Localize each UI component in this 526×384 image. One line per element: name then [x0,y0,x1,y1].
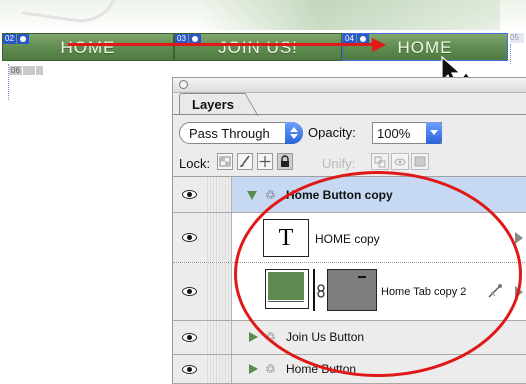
tab-divider [173,114,526,115]
text-layer-thumbnail: T [263,219,309,257]
opacity-value: 100% [377,126,411,141]
layer-set-icon: ♲ [265,362,276,376]
unify-style-button[interactable] [411,153,429,170]
visibility-cell[interactable] [173,177,206,212]
layer-set-icon: ♲ [265,330,276,344]
link-cell[interactable] [205,263,232,320]
eye-icon[interactable] [182,287,197,296]
visibility-cell[interactable] [173,321,206,354]
layer-row-home-tab-copy-2[interactable]: Home Tab copy 2 [173,263,526,321]
tab-layers[interactable]: Layers [179,93,241,115]
eye-icon[interactable] [182,190,197,199]
layer-name: Home Button [286,362,357,376]
link-cell[interactable] [205,177,232,212]
unify-style-icon [414,156,426,167]
eye-icon[interactable] [182,333,197,342]
blend-mode-value: Pass Through [189,126,270,141]
layer-name: Home Tab copy 2 [381,286,467,298]
lock-icon [281,155,289,167]
slice-ico [22,66,35,75]
move-icon [259,156,271,167]
tab-label: JOIN US! [218,38,298,57]
layer-set-icon: ♲ [265,188,276,202]
thumbnail-divider [313,269,315,311]
link-cell[interactable] [205,355,232,383]
tab-label: HOME [60,38,116,57]
tab-label: Layers [192,97,234,112]
close-icon[interactable] [179,80,188,89]
palette-titlebar[interactable] [173,78,526,93]
layer-name: Join Us Button [286,330,365,344]
layer-thumbnail [265,269,309,309]
home-tab-slice[interactable]: 02 HOME [2,33,174,61]
unify-visibility-button[interactable] [391,153,409,170]
checkerboard-icon [219,156,231,167]
slice-guide [510,44,511,64]
chevron-down-icon[interactable] [426,122,442,144]
lock-position-button[interactable] [257,153,273,170]
slice-number: 05 [510,33,519,42]
link-cell[interactable] [205,321,232,354]
slice-tag-06: 06 [9,66,43,75]
eye-icon[interactable] [182,365,197,374]
unify-position-button[interactable] [371,153,389,170]
lock-pixels-button[interactable] [237,153,253,170]
updown-arrows-icon [285,122,303,144]
layer-name: Home Button copy [286,188,393,202]
blend-mode-select[interactable]: Pass Through [179,122,303,144]
layer-row-home-copy[interactable]: T HOME copy [173,213,526,263]
layer-effects-icon [488,284,502,298]
annotation-arrow-head [372,38,386,52]
layer-name: HOME copy [315,232,380,246]
visibility-cell[interactable] [173,213,206,262]
unify-label: Unify: [322,156,356,171]
lock-all-button[interactable] [277,153,293,170]
tab-label: HOME [397,38,453,57]
disclosure-triangle-icon[interactable] [249,332,258,342]
home-tab-copy-slice[interactable]: 04 HOME [342,33,508,61]
expand-effects-icon[interactable] [515,232,523,244]
expand-effects-icon[interactable] [515,286,523,298]
brush-icon [240,155,250,167]
slice-tag-05: 05 [510,33,524,43]
disclosure-triangle-icon[interactable] [249,364,258,374]
unify-visibility-icon [394,158,406,166]
visibility-cell[interactable] [173,263,206,320]
opacity-field[interactable]: 100% [372,122,442,144]
annotation-arrow-shaft [68,43,372,46]
layers-palette: Layers Pass Through Opacity: 100% Lock: … [172,77,526,384]
slice-number: 06 [9,66,22,75]
link-cell[interactable] [205,213,232,262]
layer-row-home-button-copy[interactable]: ♲ Home Button copy [173,177,526,213]
unify-position-icon [374,156,386,168]
disclosure-triangle-icon[interactable] [247,191,257,200]
visibility-cell[interactable] [173,355,206,383]
layer-row-home-button[interactable]: ♲ Home Button [173,355,526,384]
join-us-tab-slice[interactable]: 03 JOIN US! [174,33,342,61]
slice-ico [35,66,43,75]
layer-row-join-us-button[interactable]: ♲ Join Us Button [173,321,526,355]
eye-icon[interactable] [182,233,197,242]
slice-guide [8,64,9,100]
lock-label: Lock: [179,156,211,171]
vector-mask-thumbnail [327,269,377,311]
lock-transparency-button[interactable] [217,153,233,170]
opacity-label: Opacity: [308,125,356,140]
chain-link-icon[interactable] [317,284,325,298]
